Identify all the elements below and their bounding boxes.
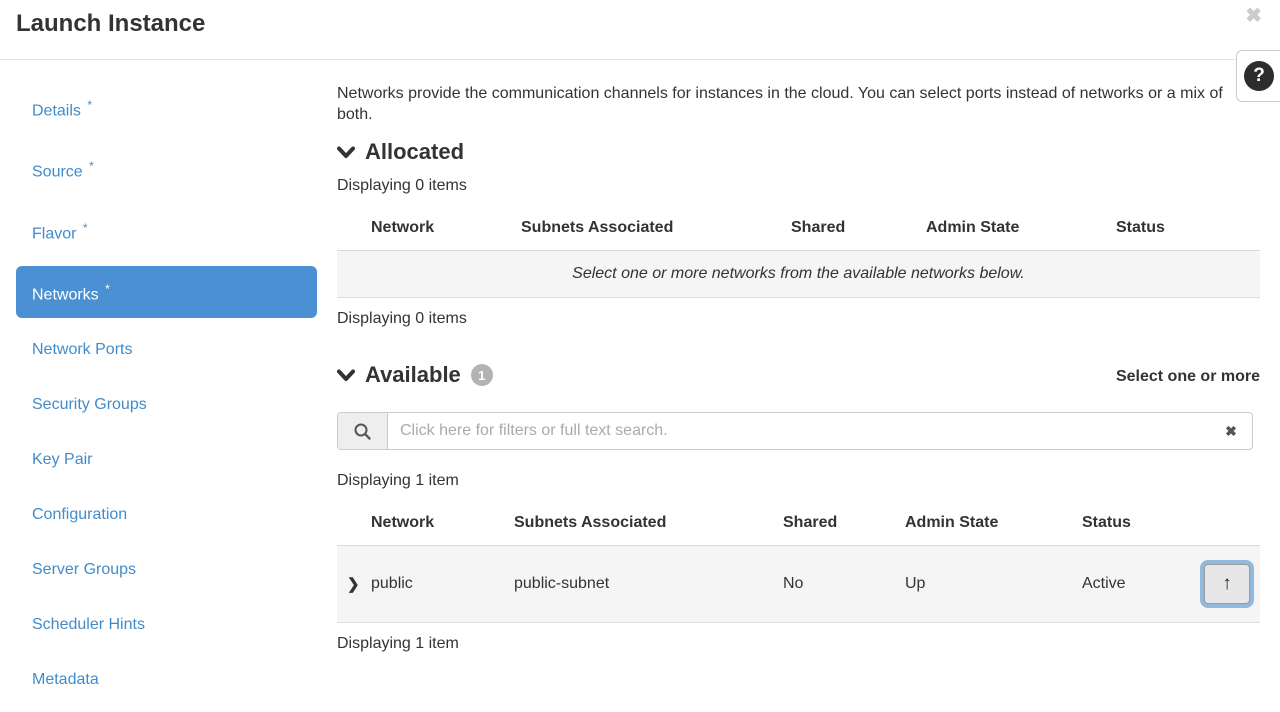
sidebar-item-metadata[interactable]: Metadata [16,657,317,703]
allocate-network-button[interactable]: ↑ [1204,564,1250,604]
sidebar-item-network-ports[interactable]: Network Ports [16,327,317,373]
sidebar-item-label: Configuration [32,506,127,523]
allocated-count-bottom: Displaying 0 items [337,310,1260,328]
column-header-status: Status [1082,496,1190,546]
allocated-table: Network Subnets Associated Shared Admin … [337,201,1260,298]
modal-header: Launch Instance ✖ [0,0,1280,60]
required-asterisk: * [83,221,88,235]
row-expander-cell: ❯ [337,546,371,623]
sidebar-item-source[interactable]: Source * [16,143,317,195]
arrow-up-icon: ↑ [1222,573,1232,594]
available-count-top: Displaying 1 item [337,472,1260,490]
search-input[interactable] [388,413,1210,449]
cell-status: Active [1082,546,1190,623]
allocated-empty-row: Select one or more networks from the ava… [337,251,1260,298]
sidebar-item-label: Scheduler Hints [32,616,145,633]
chevron-right-icon[interactable]: ❯ [347,576,360,593]
table-row: ❯ public public-subnet No Up Active ↑ [337,546,1260,623]
select-hint-text: Select one or more [1116,368,1260,388]
required-asterisk: * [89,159,94,173]
chevron-down-icon [337,369,355,382]
available-heading: Available [365,362,461,388]
sidebar-item-networks[interactable]: Networks * [16,266,317,318]
wizard-step-nav: Details * Source * Flavor * Networks * N… [0,60,337,712]
column-header-admin-state: Admin State [905,496,1082,546]
help-button[interactable]: ? [1236,50,1280,102]
column-header-shared: Shared [783,496,905,546]
close-icon[interactable]: ✖ [1245,6,1262,26]
available-section-header: Available 1 Select one or more [337,362,1260,388]
sidebar-item-label: Security Groups [32,396,147,413]
sidebar-item-key-pair[interactable]: Key Pair [16,437,317,483]
sidebar-item-security-groups[interactable]: Security Groups [16,382,317,428]
action-column-header [1190,496,1260,546]
sidebar-item-label: Key Pair [32,451,92,468]
required-asterisk: * [105,282,110,296]
expander-column-header [337,201,371,251]
allocated-count-top: Displaying 0 items [337,177,1260,195]
modal-body: Details * Source * Flavor * Networks * N… [0,60,1280,712]
sidebar-item-label: Network Ports [32,341,132,358]
help-icon: ? [1244,61,1274,91]
cell-subnets: public-subnet [514,546,783,623]
required-asterisk: * [87,98,92,112]
column-header-subnets: Subnets Associated [521,201,791,251]
column-header-shared: Shared [791,201,926,251]
expander-column-header [337,496,371,546]
filter-search-bar: ✖ [337,412,1253,450]
available-table: Network Subnets Associated Shared Admin … [337,496,1260,623]
allocated-table-header-row: Network Subnets Associated Shared Admin … [337,201,1260,251]
sidebar-item-flavor[interactable]: Flavor * [16,205,317,257]
search-icon [353,422,372,441]
sidebar-item-scheduler-hints[interactable]: Scheduler Hints [16,602,317,648]
sidebar-item-label: Flavor [32,225,76,242]
available-count-badge: 1 [471,364,493,386]
clear-search-icon[interactable]: ✖ [1210,413,1252,449]
sidebar-item-label: Metadata [32,671,99,688]
allocated-section-toggle[interactable]: Allocated [337,139,1260,165]
available-table-header-row: Network Subnets Associated Shared Admin … [337,496,1260,546]
cell-admin-state: Up [905,546,1082,623]
available-count-bottom: Displaying 1 item [337,635,1260,653]
sidebar-item-configuration[interactable]: Configuration [16,492,317,538]
column-header-subnets: Subnets Associated [514,496,783,546]
search-icon-addon [338,413,388,449]
sidebar-item-label: Server Groups [32,561,136,578]
allocated-heading: Allocated [365,139,464,165]
cell-network: public [371,546,514,623]
chevron-down-icon [337,146,355,159]
column-header-status: Status [1116,201,1260,251]
column-header-admin-state: Admin State [926,201,1116,251]
cell-shared: No [783,546,905,623]
sidebar-item-label: Details [32,102,81,119]
row-action-cell: ↑ [1190,546,1260,623]
allocated-empty-message: Select one or more networks from the ava… [337,251,1260,298]
step-description: Networks provide the communication chann… [337,83,1260,125]
column-header-network: Network [371,496,514,546]
sidebar-item-label: Networks [32,286,99,303]
available-section-toggle[interactable]: Available 1 [337,362,493,388]
sidebar-item-server-groups[interactable]: Server Groups [16,547,317,593]
page-title: Launch Instance [16,10,1264,38]
networks-step-content: Networks provide the communication chann… [337,60,1280,712]
sidebar-item-details[interactable]: Details * [16,82,317,134]
sidebar-item-label: Source [32,164,83,181]
column-header-network: Network [371,201,521,251]
